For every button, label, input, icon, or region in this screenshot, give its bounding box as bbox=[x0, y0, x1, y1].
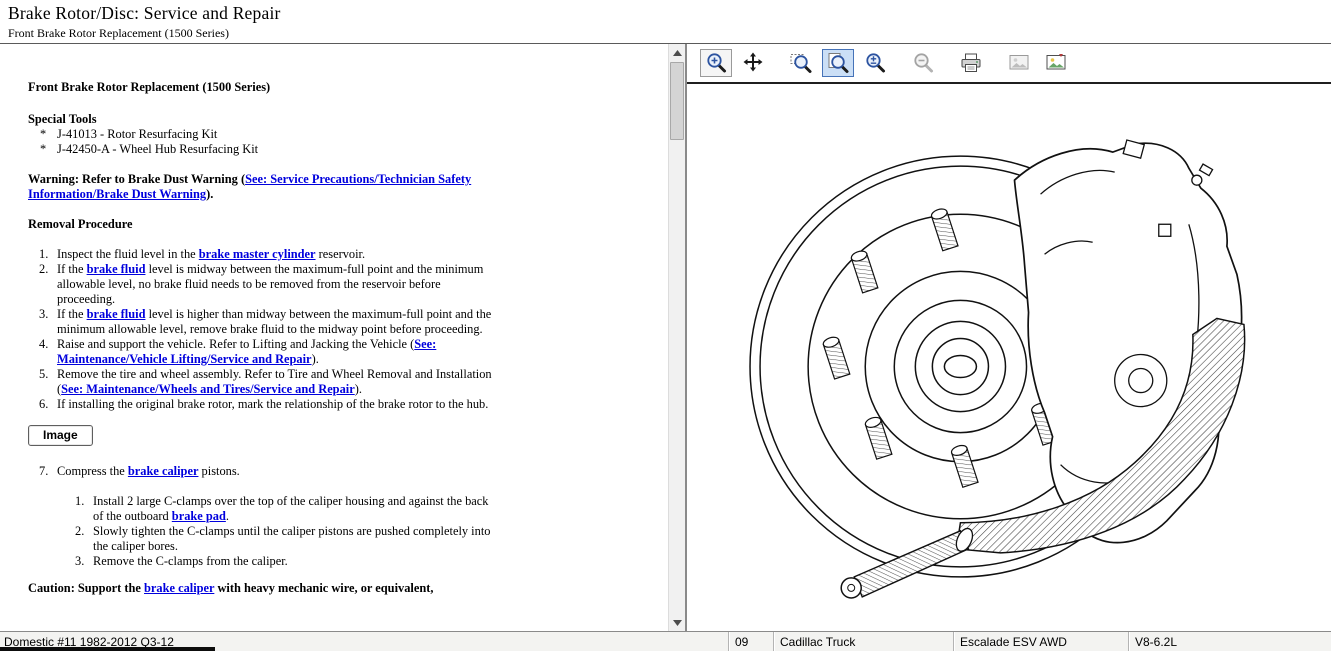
step-text: If installing the original brake rotor, … bbox=[57, 397, 488, 411]
copy-image-icon bbox=[1007, 51, 1031, 75]
arrow-down-icon bbox=[673, 620, 682, 626]
special-tools-list: *J-41013 - Rotor Resurfacing Kit *J-4245… bbox=[28, 127, 500, 157]
zoom-page-icon bbox=[826, 51, 850, 75]
step-item: Remove the tire and wheel assembly. Refe… bbox=[57, 367, 500, 397]
print-icon bbox=[959, 51, 983, 75]
zoom-in-icon bbox=[704, 51, 728, 75]
step-item: If the brake fluid level is higher than … bbox=[57, 307, 500, 337]
step-text: ). bbox=[312, 352, 319, 366]
page-header: Brake Rotor/Disc: Service and Repair Fro… bbox=[0, 0, 1331, 44]
step-text: If the bbox=[57, 262, 87, 276]
image-button[interactable]: Image bbox=[28, 425, 93, 446]
bullet: * bbox=[40, 142, 57, 157]
special-tool-item: *J-41013 - Rotor Resurfacing Kit bbox=[40, 127, 500, 142]
bottom-edge-artifact bbox=[0, 647, 215, 651]
step-text: If the bbox=[57, 307, 87, 321]
step-item: Raise and support the vehicle. Refer to … bbox=[57, 337, 500, 367]
warning-paragraph: Warning: Refer to Brake Dust Warning (Se… bbox=[28, 172, 500, 202]
page-subtitle: Front Brake Rotor Replacement (1500 Seri… bbox=[8, 26, 1331, 41]
zoom-page-button[interactable] bbox=[822, 49, 854, 77]
substep-item: Install 2 large C-clamps over the top of… bbox=[93, 494, 500, 524]
substep-text: . bbox=[226, 509, 229, 523]
step-item: If installing the original brake rotor, … bbox=[57, 397, 500, 412]
brake-fluid-link[interactable]: brake fluid bbox=[87, 307, 146, 321]
brake-caliper-link[interactable]: brake caliper bbox=[128, 464, 199, 478]
image-settings-button[interactable] bbox=[1040, 49, 1072, 77]
print-button[interactable] bbox=[955, 49, 987, 77]
image-toolbar bbox=[687, 44, 1331, 84]
substep-text: Slowly tighten the C-clamps until the ca… bbox=[93, 524, 490, 553]
bullet: * bbox=[40, 127, 57, 142]
removal-steps-list-continued: Compress the brake caliper pistons. bbox=[28, 464, 500, 479]
step-item: If the brake fluid level is midway betwe… bbox=[57, 262, 500, 307]
brake-master-cylinder-link[interactable]: brake master cylinder bbox=[199, 247, 316, 261]
image-panel bbox=[686, 44, 1331, 631]
substep-item: Slowly tighten the C-clamps until the ca… bbox=[93, 524, 500, 554]
special-tool-item: *J-42450-A - Wheel Hub Resurfacing Kit bbox=[40, 142, 500, 157]
substep-item: Remove the C-clamps from the caliper. bbox=[93, 554, 500, 569]
scrollbar-thumb[interactable] bbox=[670, 62, 684, 140]
zoom-in-button[interactable] bbox=[700, 49, 732, 77]
special-tool-text: J-41013 - Rotor Resurfacing Kit bbox=[57, 127, 217, 141]
caution-text: Caution: Support the bbox=[28, 581, 144, 595]
zoom-dynamic-button[interactable] bbox=[859, 49, 891, 77]
status-make: Cadillac Truck bbox=[773, 632, 953, 651]
step-text: ). bbox=[355, 382, 362, 396]
brake-fluid-link[interactable]: brake fluid bbox=[87, 262, 146, 276]
step-item: Inspect the fluid level in the brake mas… bbox=[57, 247, 500, 262]
brake-rotor-illustration[interactable] bbox=[687, 84, 1331, 631]
image-settings-icon bbox=[1044, 51, 1068, 75]
status-model: Escalade ESV AWD bbox=[953, 632, 1128, 651]
warning-text-end: ). bbox=[206, 187, 213, 201]
app-window: Brake Rotor/Disc: Service and Repair Fro… bbox=[0, 0, 1331, 651]
scroll-up-button[interactable] bbox=[669, 44, 685, 61]
special-tool-text: J-42450-A - Wheel Hub Resurfacing Kit bbox=[57, 142, 258, 156]
document-content: Front Brake Rotor Replacement (1500 Seri… bbox=[0, 44, 500, 631]
status-year-code: 09 bbox=[728, 632, 773, 651]
step-text: reservoir. bbox=[316, 247, 366, 261]
rotor-diagram-svg bbox=[687, 84, 1331, 631]
warning-text: Warning: Refer to Brake Dust Warning ( bbox=[28, 172, 245, 186]
removal-procedure-heading: Removal Procedure bbox=[28, 217, 500, 232]
doc-scrollbar[interactable] bbox=[668, 44, 685, 631]
zoom-dynamic-icon bbox=[863, 51, 887, 75]
wheels-and-tires-link[interactable]: See: Maintenance/Wheels and Tires/Servic… bbox=[61, 382, 355, 396]
status-engine: V8-6.2L bbox=[1128, 632, 1331, 651]
substep-text: Remove the C-clamps from the caliper. bbox=[93, 554, 288, 568]
page-title: Brake Rotor/Disc: Service and Repair bbox=[8, 3, 1331, 24]
copy-image-button bbox=[1003, 49, 1035, 77]
brake-caliper-link[interactable]: brake caliper bbox=[144, 581, 214, 595]
step-text: Inspect the fluid level in the bbox=[57, 247, 199, 261]
caliper-substeps-list: Install 2 large C-clamps over the top of… bbox=[28, 494, 500, 569]
zoom-window-icon bbox=[789, 51, 813, 75]
document-panel: Front Brake Rotor Replacement (1500 Seri… bbox=[0, 44, 686, 631]
doc-heading: Front Brake Rotor Replacement (1500 Seri… bbox=[28, 80, 500, 95]
pan-icon bbox=[741, 51, 765, 75]
step-text: Compress the bbox=[57, 464, 128, 478]
special-tools-heading: Special Tools bbox=[28, 112, 500, 127]
removal-steps-list: Inspect the fluid level in the brake mas… bbox=[28, 247, 500, 412]
step-text: Raise and support the vehicle. Refer to … bbox=[57, 337, 414, 351]
zoom-out-icon bbox=[911, 51, 935, 75]
scroll-down-button[interactable] bbox=[669, 614, 685, 631]
zoom-out-button bbox=[907, 49, 939, 77]
arrow-up-icon bbox=[673, 50, 682, 56]
substep-text: Install 2 large C-clamps over the top of… bbox=[93, 494, 488, 523]
caution-text-end: with heavy mechanic wire, or equivalent, bbox=[214, 581, 433, 595]
step-text: pistons. bbox=[198, 464, 239, 478]
step-item: Compress the brake caliper pistons. bbox=[57, 464, 500, 479]
caution-paragraph: Caution: Support the brake caliper with … bbox=[28, 581, 500, 596]
pan-button[interactable] bbox=[737, 49, 769, 77]
brake-pad-link[interactable]: brake pad bbox=[172, 509, 226, 523]
zoom-window-button[interactable] bbox=[785, 49, 817, 77]
